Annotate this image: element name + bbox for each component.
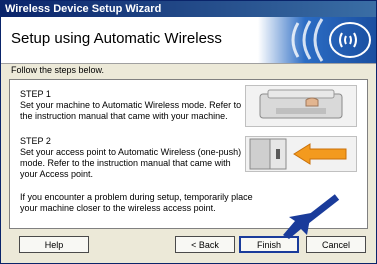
- page-title: Setup using Automatic Wireless: [11, 30, 222, 47]
- access-point-illustration: [245, 136, 357, 172]
- title-bar: Wireless Device Setup Wizard: [1, 1, 376, 17]
- step-2: STEP 2 Set your access point to Automati…: [20, 136, 242, 180]
- troubleshoot-note: If you encounter a problem during setup,…: [20, 192, 253, 213]
- wizard-header: Setup using Automatic Wireless: [1, 17, 376, 64]
- wizard-window: Wireless Device Setup Wizard Setup using…: [0, 0, 377, 264]
- printer-illustration: [245, 85, 357, 127]
- step-2-heading: STEP 2: [20, 136, 51, 146]
- step-1-text: Set your machine to Automatic Wireless m…: [20, 100, 242, 121]
- wireless-waves-icon: [291, 18, 371, 62]
- help-button[interactable]: Help: [19, 236, 89, 253]
- wireless-banner: [258, 17, 376, 63]
- back-button[interactable]: < Back: [175, 236, 235, 253]
- step-1: STEP 1 Set your machine to Automatic Wir…: [20, 89, 242, 122]
- step-2-text: Set your access point to Automatic Wirel…: [20, 147, 242, 179]
- pointer-arrow-icon: [283, 194, 340, 239]
- step-1-heading: STEP 1: [20, 89, 51, 99]
- instructions-text: Follow the steps below.: [11, 65, 105, 75]
